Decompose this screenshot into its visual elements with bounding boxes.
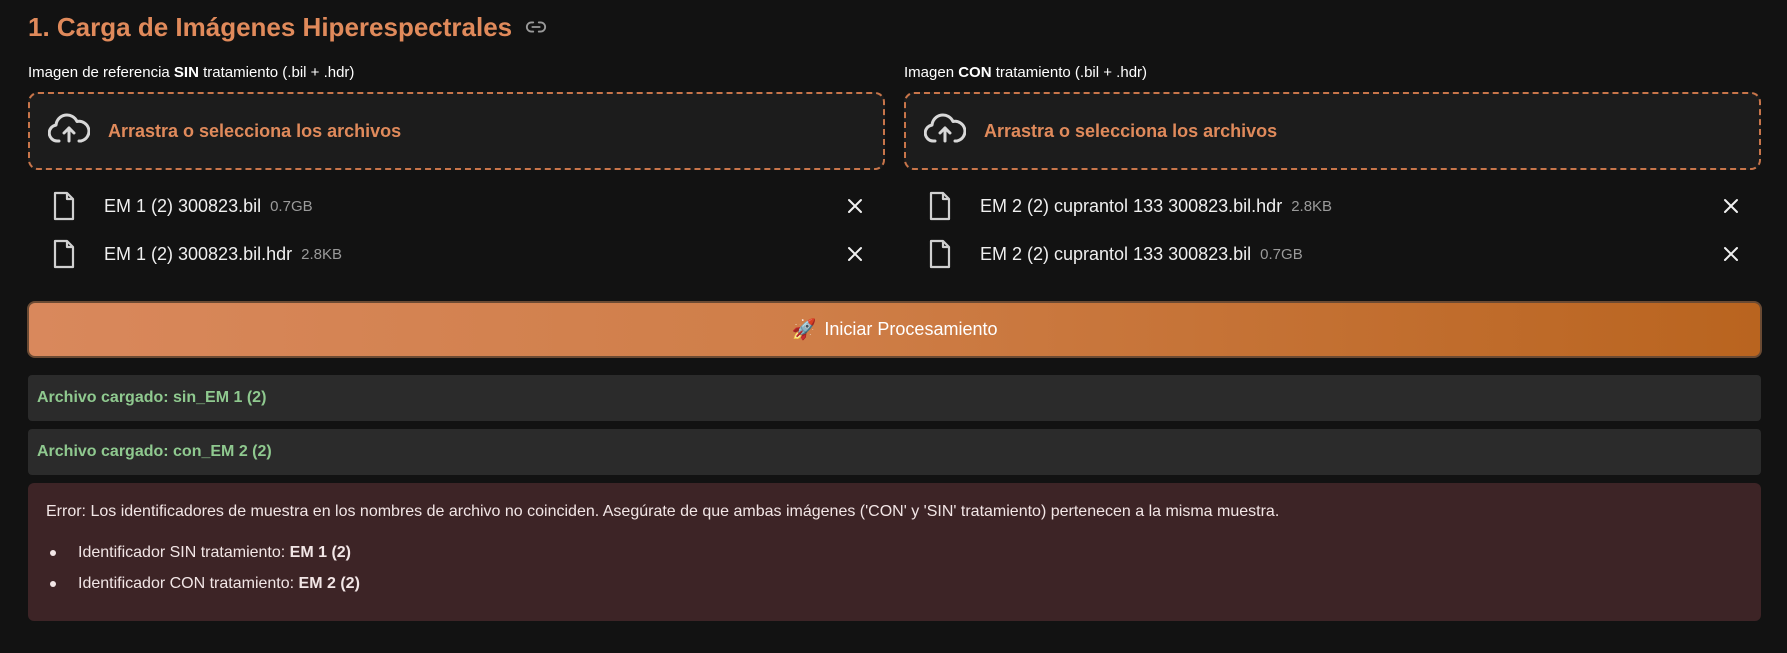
error-detail-label: Identificador CON tratamiento: (78, 575, 299, 592)
error-detail-value: EM 2 (2) (298, 575, 360, 592)
remove-file-button[interactable] (845, 244, 865, 264)
file-row: EM 1 (2) 300823.bil.hdr 2.8KB (28, 230, 885, 278)
file-name: EM 2 (2) cuprantol 133 300823.bil (980, 243, 1252, 264)
start-button-label: Iniciar Procesamiento (824, 319, 998, 339)
uploader-label: Imagen CON tratamiento (.bil + .hdr) (904, 60, 1761, 86)
uploader-con: Imagen CON tratamiento (.bil + .hdr) Arr… (904, 60, 1761, 278)
dropzone-sin[interactable]: Arrastra o selecciona los archivos (28, 92, 885, 170)
label-bold: CON (958, 64, 992, 81)
file-row: EM 1 (2) 300823.bil 0.7GB (28, 182, 885, 230)
cloud-upload-icon (923, 112, 967, 151)
error-detail-label: Identificador SIN tratamiento: (78, 544, 290, 561)
error-detail-item: Identificador SIN tratamiento: EM 1 (2) (46, 537, 1743, 568)
file-size: 0.7GB (1260, 245, 1303, 263)
uploader-label: Imagen de referencia SIN tratamiento (.b… (28, 60, 885, 86)
cloud-upload-icon (47, 112, 91, 151)
section-title: 1. Carga de Imágenes Hiperespectrales (28, 8, 548, 46)
dropzone-text: Arrastra o selecciona los archivos (108, 120, 402, 141)
error-detail-item: Identificador CON tratamiento: EM 2 (2) (46, 568, 1743, 599)
dropzone-con[interactable]: Arrastra o selecciona los archivos (904, 92, 1761, 170)
rocket-icon: 🚀 (791, 318, 817, 341)
file-name: EM 1 (2) 300823.bil.hdr (104, 243, 293, 264)
dropzone-text: Arrastra o selecciona los archivos (984, 120, 1278, 141)
label-suffix: tratamiento (.bil + .hdr) (991, 64, 1148, 81)
error-alert: Error: Los identificadores de muestra en… (28, 483, 1761, 621)
file-size: 0.7GB (270, 197, 313, 215)
label-prefix: Imagen (904, 64, 959, 81)
error-message: Error: Los identificadores de muestra en… (46, 503, 1280, 520)
file-row: EM 2 (2) cuprantol 133 300823.bil.hdr 2.… (904, 182, 1761, 230)
file-name: EM 2 (2) cuprantol 133 300823.bil.hdr (980, 195, 1283, 216)
file-icon (52, 239, 78, 269)
file-row: EM 2 (2) cuprantol 133 300823.bil 0.7GB (904, 230, 1761, 278)
file-list-con: EM 2 (2) cuprantol 133 300823.bil.hdr 2.… (904, 182, 1761, 278)
status-text: Archivo cargado: sin_EM 1 (2) (37, 389, 267, 406)
file-icon (928, 191, 954, 221)
status-message-con: Archivo cargado: con_EM 2 (2) (28, 429, 1761, 475)
file-icon (928, 239, 954, 269)
status-message-sin: Archivo cargado: sin_EM 1 (2) (28, 375, 1761, 421)
file-list-sin: EM 1 (2) 300823.bil 0.7GB EM 1 (2) 30082… (28, 182, 885, 278)
start-processing-button[interactable]: 🚀 Iniciar Procesamiento (27, 301, 1762, 358)
remove-file-button[interactable] (845, 196, 865, 216)
remove-file-button[interactable] (1721, 196, 1741, 216)
file-size: 2.8KB (1291, 197, 1333, 215)
section-title-text: 1. Carga de Imágenes Hiperespectrales (28, 11, 513, 42)
uploader-sin: Imagen de referencia SIN tratamiento (.b… (28, 60, 885, 278)
link-icon[interactable] (524, 15, 548, 39)
status-text: Archivo cargado: con_EM 2 (2) (37, 443, 272, 460)
label-bold: SIN (173, 64, 199, 81)
remove-file-button[interactable] (1721, 244, 1741, 264)
error-details-list: Identificador SIN tratamiento: EM 1 (2) … (46, 537, 1743, 599)
page: 1. Carga de Imágenes Hiperespectrales Im… (0, 0, 1787, 653)
label-suffix: tratamiento (.bil + .hdr) (198, 64, 355, 81)
error-detail-value: EM 1 (2) (289, 544, 351, 561)
label-prefix: Imagen de referencia (28, 64, 174, 81)
file-icon (52, 191, 78, 221)
file-name: EM 1 (2) 300823.bil (104, 195, 262, 216)
file-size: 2.8KB (301, 245, 342, 263)
